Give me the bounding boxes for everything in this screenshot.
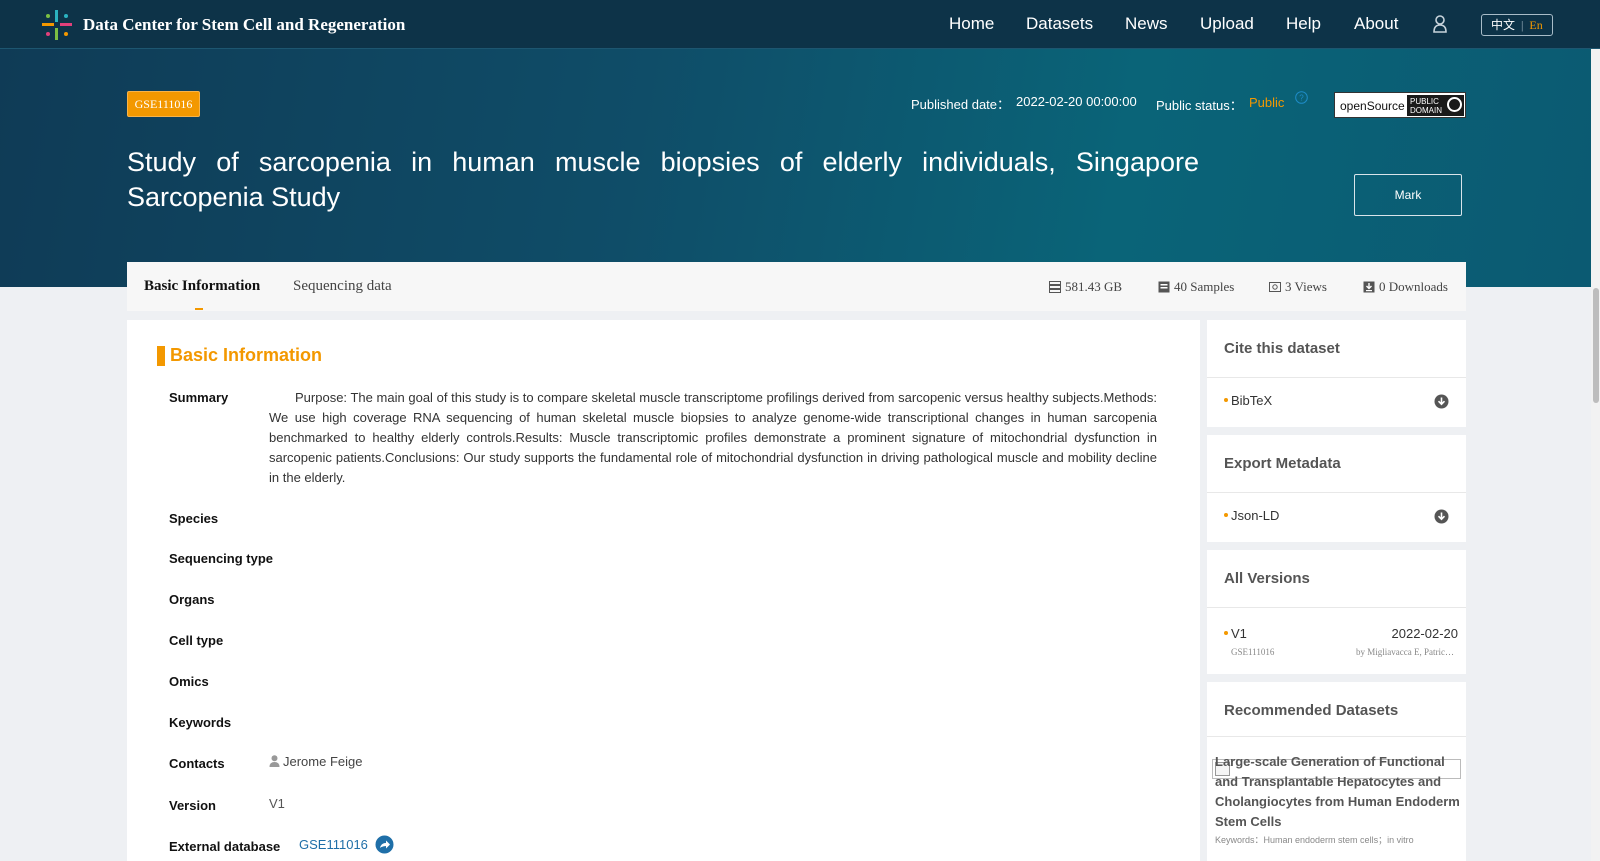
top-navbar: Data Center for Stem Cell and Regenerati… — [0, 0, 1600, 49]
site-title[interactable]: Data Center for Stem Cell and Regenerati… — [83, 15, 405, 35]
language-switcher: 中文 | En — [1481, 14, 1553, 36]
active-tab-indicator — [195, 308, 203, 310]
recommended-title: Recommended Datasets — [1224, 702, 1399, 719]
nav-datasets[interactable]: Datasets — [1026, 14, 1093, 34]
bullet-dot — [1224, 513, 1228, 517]
recommended-card: Recommended Datasets Large-scale Generat… — [1207, 682, 1466, 861]
contact-name: Jerome Feige — [283, 754, 363, 769]
export-card: Export Metadata Json-LD — [1207, 435, 1466, 542]
storage-icon — [1049, 281, 1061, 293]
published-date: 2022-02-20 00:00:00 — [1016, 94, 1137, 109]
nav-upload[interactable]: Upload — [1200, 14, 1254, 34]
versions-title: All Versions — [1224, 570, 1310, 587]
lang-zh-option[interactable]: 中文 — [1491, 18, 1515, 32]
section-title: Basic Information — [170, 345, 323, 365]
nav-about[interactable]: About — [1354, 14, 1398, 34]
versions-divider — [1207, 607, 1466, 608]
species-label: Species — [169, 511, 219, 526]
export-divider — [1207, 492, 1466, 493]
cite-card: Cite this dataset BibTeX — [1207, 320, 1466, 427]
tab-bar: Basic Information Sequencing data 581.43… — [127, 262, 1466, 311]
stat-samples: 40 Samples — [1158, 279, 1234, 295]
version-accession: GSE111016 — [1231, 647, 1275, 657]
stat-size: 581.43 GB — [1049, 279, 1122, 295]
jsonld-item[interactable]: Json-LD — [1231, 508, 1279, 523]
keywords-label: Keywords — [169, 715, 232, 730]
stat-downloads: 0 Downloads — [1363, 279, 1448, 295]
external-database-link[interactable]: GSE111016 — [299, 837, 368, 852]
page-scrollbar[interactable] — [1591, 49, 1600, 861]
contacts-label: Contacts — [169, 756, 225, 771]
samples-icon — [1158, 281, 1170, 293]
contact-person: Jerome Feige — [269, 754, 362, 769]
views-icon — [1269, 282, 1281, 292]
public-domain-badge: PUBLIC DOMAIN — [1407, 95, 1464, 116]
external-link-icon[interactable] — [375, 835, 394, 854]
download-icon — [1363, 281, 1375, 293]
svg-text:?: ? — [1299, 94, 1304, 103]
stat-size-value: 581.43 GB — [1065, 279, 1123, 294]
mark-button[interactable]: Mark — [1354, 174, 1462, 216]
versions-card: All Versions V1 2022-02-20 GSE111016 by … — [1207, 550, 1466, 674]
license-label: openSource — [1340, 99, 1405, 113]
dataset-title: Study of sarcopenia in human muscle biop… — [127, 147, 1199, 212]
published-date-label: Published date： — [911, 97, 1011, 112]
scrollbar-thumb[interactable] — [1593, 288, 1599, 403]
site-logo-icon[interactable] — [40, 8, 74, 42]
version-date: 2022-02-20 — [1391, 626, 1459, 641]
version-label: Version — [169, 798, 216, 813]
question-icon[interactable]: ? — [1295, 91, 1308, 104]
bibtex-item[interactable]: BibTeX — [1231, 393, 1272, 408]
tab-basic-information[interactable]: Basic Information — [144, 278, 260, 295]
bullet-dot — [1224, 631, 1228, 635]
version-v1-link[interactable]: V1 — [1231, 626, 1247, 641]
version-value: V1 — [269, 796, 285, 811]
recommended-dataset-item[interactable]: Large-scale Generation of Functional and… — [1207, 736, 1466, 861]
cite-title: Cite this dataset — [1224, 340, 1340, 357]
bullet-dot — [1224, 398, 1228, 402]
public-status-value: Public — [1249, 95, 1285, 110]
person-icon — [269, 755, 280, 767]
public-status-label: Public status： — [1156, 98, 1243, 113]
lang-en-option[interactable]: En — [1529, 18, 1542, 32]
recommended-keywords: Keywords：Human endoderm stem cells；in vi… — [1215, 835, 1414, 845]
sequencing-type-label: Sequencing type — [169, 551, 274, 566]
organs-label: Organs — [169, 592, 215, 607]
stat-views-value: 3 Views — [1285, 279, 1327, 294]
user-icon[interactable] — [1432, 15, 1448, 33]
nav-help[interactable]: Help — [1286, 14, 1321, 34]
version-authors: by Migliavacca E, Patric… — [1356, 647, 1454, 657]
nav-news[interactable]: News — [1125, 14, 1168, 34]
export-title: Export Metadata — [1224, 455, 1341, 472]
external-database-label: External database — [169, 839, 281, 854]
stat-samples-value: 40 Samples — [1174, 279, 1235, 294]
cell-type-label: Cell type — [169, 633, 224, 648]
summary-text: Purpose: The main goal of this study is … — [269, 390, 1157, 485]
cite-divider — [1207, 377, 1466, 378]
basic-information-panel: Basic Information Summary Purpose: The m… — [127, 320, 1200, 861]
recommended-dataset-title[interactable]: Large-scale Generation of Functional and… — [1215, 752, 1460, 832]
omics-label: Omics — [169, 674, 209, 689]
summary-label: Summary — [169, 390, 229, 405]
stat-downloads-value: 0 Downloads — [1379, 279, 1448, 294]
nav-home[interactable]: Home — [949, 14, 994, 34]
jsonld-download-icon[interactable] — [1434, 509, 1449, 524]
tab-sequencing-data[interactable]: Sequencing data — [293, 278, 392, 295]
stat-views: 3 Views — [1269, 279, 1327, 295]
bibtex-download-icon[interactable] — [1434, 394, 1449, 409]
public-domain-icon — [1447, 97, 1462, 112]
accession-badge: GSE111016 — [127, 91, 200, 117]
license-badge[interactable]: openSource PUBLIC DOMAIN — [1334, 92, 1466, 118]
